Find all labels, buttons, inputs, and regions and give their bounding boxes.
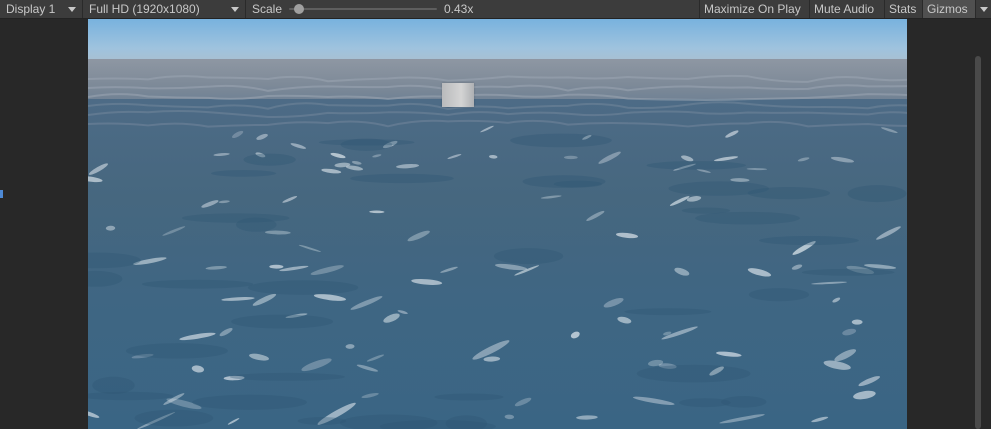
wave-foam-layer (88, 74, 907, 429)
gizmos-label: Gizmos (927, 2, 968, 16)
display-dropdown-label: Display 1 (6, 2, 56, 16)
maximize-on-play-button[interactable]: Maximize On Play (699, 0, 809, 18)
floating-cube (442, 83, 474, 107)
game-viewport[interactable] (88, 19, 907, 429)
resolution-dropdown-label: Full HD (1920x1080) (89, 2, 200, 16)
mute-audio-button[interactable]: Mute Audio (809, 0, 884, 18)
mute-audio-label: Mute Audio (814, 2, 875, 16)
resolution-dropdown[interactable]: Full HD (1920x1080) (83, 0, 245, 18)
scale-slider-thumb[interactable] (294, 4, 304, 14)
stats-label: Stats (889, 2, 917, 16)
scale-slider-track[interactable] (289, 8, 437, 10)
gizmos-button[interactable]: Gizmos (922, 0, 975, 18)
scale-label: Scale (252, 2, 283, 16)
maximize-on-play-label: Maximize On Play (704, 2, 801, 16)
gizmos-dropdown-arrow[interactable] (975, 0, 991, 18)
chevron-down-icon (68, 7, 76, 12)
stats-button[interactable]: Stats (884, 0, 922, 18)
scale-value: 0.43x (444, 2, 474, 16)
chevron-down-icon (231, 7, 239, 12)
display-dropdown[interactable]: Display 1 (0, 0, 82, 18)
vertical-scrollbar[interactable] (975, 56, 981, 429)
scale-slider[interactable] (289, 3, 437, 15)
panel-edge-marker (0, 190, 3, 198)
